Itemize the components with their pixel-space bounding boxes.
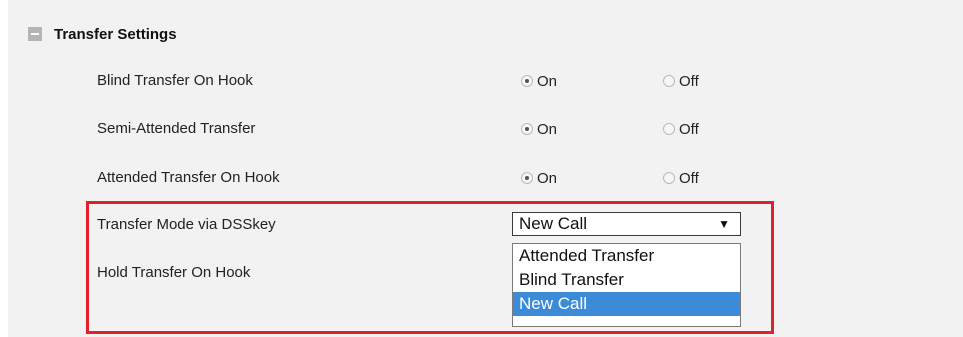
select-value: New Call [519, 214, 588, 233]
setting-label: Attended Transfer On Hook [97, 169, 280, 186]
setting-label: Semi-Attended Transfer [97, 120, 256, 137]
radio-off[interactable]: Off [663, 71, 699, 91]
setting-row-attended-transfer-on-hook: Attended Transfer On Hook On Off [97, 168, 797, 188]
section-title: Transfer Settings [54, 25, 177, 43]
radio-checked-icon[interactable] [521, 123, 533, 135]
radio-on-label: On [537, 169, 558, 187]
setting-label: Blind Transfer On Hook [97, 72, 253, 89]
radio-off-label: Off [679, 72, 699, 90]
radio-on[interactable]: On [521, 168, 557, 188]
radio-on-label: On [537, 120, 558, 138]
dropdown-option[interactable]: Blind Transfer [513, 268, 740, 292]
radio-on-label: On [537, 72, 558, 90]
transfer-mode-dropdown-list[interactable]: Attended Transfer Blind Transfer New Cal… [512, 243, 741, 327]
radio-unchecked-icon[interactable] [663, 172, 675, 184]
radio-checked-icon[interactable] [521, 75, 533, 87]
collapse-icon[interactable] [28, 27, 42, 41]
radio-off-label: Off [679, 120, 699, 138]
setting-label: Hold Transfer On Hook [97, 264, 251, 281]
radio-unchecked-icon[interactable] [663, 123, 675, 135]
section-header[interactable]: Transfer Settings [28, 24, 177, 44]
radio-checked-icon[interactable] [521, 172, 533, 184]
radio-on[interactable]: On [521, 71, 557, 91]
radio-unchecked-icon[interactable] [663, 75, 675, 87]
transfer-mode-select[interactable]: New Call ▼ [512, 212, 741, 236]
radio-on[interactable]: On [521, 119, 557, 139]
radio-off[interactable]: Off [663, 168, 699, 188]
setting-label: Transfer Mode via DSSkey [97, 216, 276, 233]
radio-off-label: Off [679, 169, 699, 187]
dropdown-arrow-icon[interactable]: ▼ [718, 213, 730, 235]
radio-off[interactable]: Off [663, 119, 699, 139]
dropdown-option-selected[interactable]: New Call [513, 292, 740, 316]
setting-row-semi-attended-transfer: Semi-Attended Transfer On Off [97, 119, 797, 139]
dropdown-option[interactable]: Attended Transfer [513, 244, 740, 268]
setting-row-blind-transfer-on-hook: Blind Transfer On Hook On Off [97, 71, 797, 91]
